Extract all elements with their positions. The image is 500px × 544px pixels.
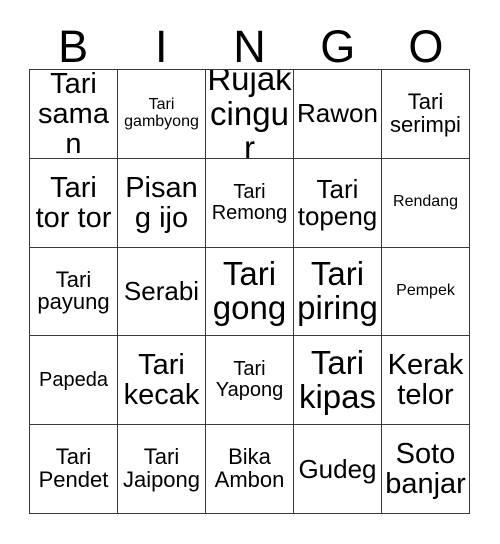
bingo-cell[interactable]: Gudeg [294, 425, 382, 514]
bingo-cell[interactable]: Tari serimpi [382, 70, 470, 159]
bingo-cell-label: Tari kipas [298, 343, 377, 416]
bingo-header-letter-n: N [233, 21, 266, 72]
bingo-cell-label: Kerak telor [387, 349, 464, 412]
bingo-cell[interactable]: Bika Ambon [206, 425, 294, 514]
bingo-cell[interactable]: Rawon [294, 70, 382, 159]
bingo-cell-label: Tari kecak [123, 349, 200, 412]
bingo-cell-label: Tari gambyong [124, 96, 199, 130]
bingo-cell-label: Tari piring [297, 255, 378, 327]
bingo-header-letter-b: B [58, 21, 89, 72]
bingo-cell-label: Tari payung [37, 266, 110, 315]
bingo-header-letter-i: I [155, 21, 168, 72]
bingo-grid: Tari saman Tari gambyong Rujak cingur Ra… [29, 69, 470, 514]
bingo-cell[interactable]: Tari saman [30, 70, 118, 159]
bingo-cell[interactable]: Rendang [382, 158, 470, 248]
bingo-header-row: B I N G O [29, 14, 470, 69]
bingo-cell-label: Pempek [396, 282, 455, 300]
bingo-card: B I N G O Tari saman Tari gambyong Rujak… [0, 0, 500, 544]
bingo-cell-label: Tari Remong [211, 180, 288, 224]
bingo-cell[interactable]: Pempek [382, 247, 470, 337]
bingo-cell-label: Tari gong [212, 255, 287, 327]
bingo-cell[interactable]: Papeda [30, 336, 118, 426]
bingo-cell-label: Tari tor tor [35, 171, 112, 234]
bingo-cell[interactable]: Tari Jaipong [118, 425, 206, 514]
bingo-cell[interactable]: Soto banjar [382, 425, 470, 514]
bingo-cell-label: Rawon [297, 98, 378, 129]
bingo-cell-label: Tari topeng [297, 173, 378, 231]
bingo-cell[interactable]: Tari piring [294, 247, 382, 337]
bingo-cell-label: Tari serimpi [390, 89, 461, 137]
bingo-cell[interactable]: Tari Yapong [206, 336, 294, 426]
bingo-cell[interactable]: Tari payung [30, 247, 118, 337]
bingo-cell[interactable]: Tari Pendet [30, 425, 118, 514]
bingo-cell[interactable]: Serabi [118, 247, 206, 337]
bingo-header-letter-o: O [408, 21, 444, 72]
bingo-cell-label: Tari Yapong [215, 358, 284, 402]
bingo-cell[interactable]: Rujak cingur [206, 70, 294, 159]
bingo-cell[interactable]: Tari tor tor [30, 158, 118, 248]
bingo-cell[interactable]: Tari gong [206, 247, 294, 337]
bingo-cell-label: Pisang ijo [125, 171, 198, 234]
bingo-cell-label: Tari Pendet [38, 444, 109, 493]
bingo-cell[interactable]: Tari Remong [206, 158, 294, 248]
bingo-cell[interactable]: Tari kipas [294, 336, 382, 426]
bingo-cell[interactable]: Tari gambyong [118, 70, 206, 159]
bingo-cell-label: Rendang [393, 193, 458, 211]
bingo-cell-label: Tari saman [38, 70, 109, 159]
bingo-header-letter-g: G [320, 21, 356, 72]
bingo-cell-label: Gudeg [298, 453, 377, 484]
bingo-cell-label: Bika Ambon [214, 444, 285, 493]
bingo-cell[interactable]: Tari topeng [294, 158, 382, 248]
bingo-cell[interactable]: Kerak telor [382, 336, 470, 426]
bingo-cell-label: Tari Jaipong [122, 444, 201, 493]
bingo-cell-label: Soto banjar [385, 437, 466, 501]
bingo-cell-label: Rujak cingur [207, 70, 292, 159]
bingo-cell[interactable]: Pisang ijo [118, 158, 206, 248]
bingo-cell-label: Papeda [39, 368, 108, 391]
bingo-cell[interactable]: Tari kecak [118, 336, 206, 426]
bingo-cell-label: Serabi [123, 275, 200, 306]
